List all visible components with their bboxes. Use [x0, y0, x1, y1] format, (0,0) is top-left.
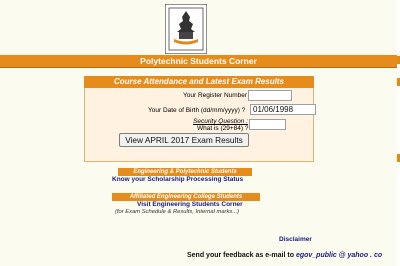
engineering-students-corner-link[interactable]: Visit Engineering Students Corner	[137, 201, 243, 208]
register-number-label: Your Register Number ?	[183, 92, 253, 99]
page-title: Polytechnic Students Corner	[140, 56, 257, 66]
register-number-input[interactable]	[248, 90, 292, 101]
security-answer-input[interactable]	[249, 119, 286, 130]
scholarship-tag: Engineering & Polytechnic Students	[118, 168, 252, 176]
scholarship-status-link[interactable]: Know your Scholarship Processing Status	[112, 176, 243, 183]
feedback-line: Send your feedback as e-mail to egov_pub…	[187, 252, 382, 259]
view-results-button[interactable]: View APRIL 2017 Exam Results	[119, 133, 249, 147]
feedback-email-link[interactable]: egov_public @ yahoo . co	[296, 252, 382, 259]
dob-input[interactable]	[250, 104, 316, 115]
affiliated-college-tag: Affiliated Engineering College Students	[112, 193, 260, 201]
disclaimer-link[interactable]: Disclaimer	[279, 236, 312, 243]
results-form-heading: Course Attendance and Latest Exam Result…	[84, 76, 314, 88]
exam-schedule-note: (for Exam Schedule & Results, Internal m…	[115, 209, 240, 215]
dob-label: Your Date of Birth (dd/mm/yyyy) ?	[148, 107, 246, 114]
security-question-label: Security Question :	[193, 118, 248, 125]
security-question-text: What is (29+84) ?	[197, 125, 249, 132]
page-title-bar: Polytechnic Students Corner	[0, 55, 397, 68]
feedback-prefix: Send your feedback as e-mail to	[187, 252, 294, 259]
tamilnadu-emblem-icon	[165, 4, 207, 54]
